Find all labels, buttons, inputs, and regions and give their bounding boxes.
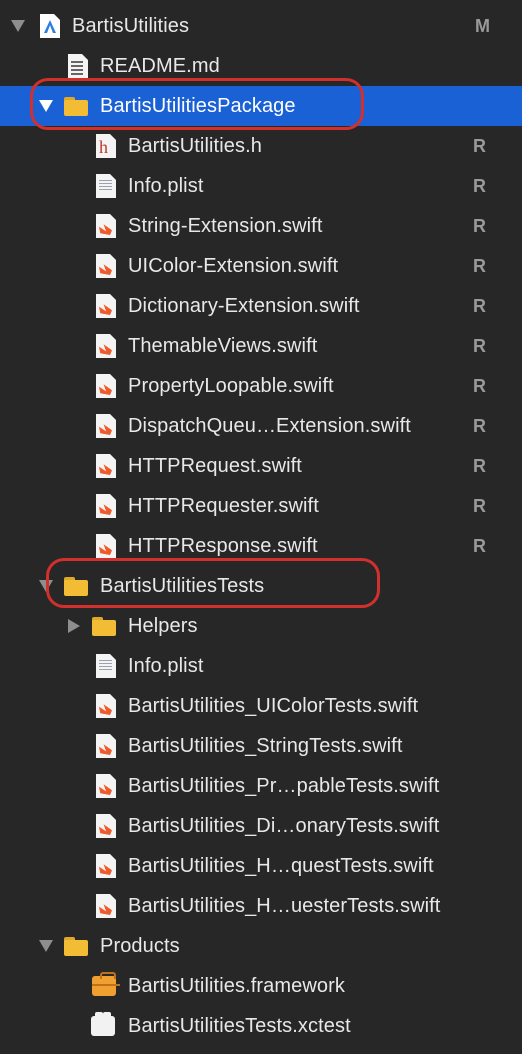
xcode-project-icon xyxy=(38,14,62,38)
disclosure-expanded-icon[interactable] xyxy=(37,926,55,966)
folder-icon xyxy=(64,574,88,598)
source-control-badge: R xyxy=(473,135,486,156)
file-name: BartisUtilities_Pr…pableTests.swift xyxy=(128,774,440,797)
swift-file-icon xyxy=(94,334,118,358)
tree-row-file[interactable]: ThemableViews.swift R xyxy=(0,326,522,366)
swift-file-icon xyxy=(94,214,118,238)
file-name: BartisUtilities.framework xyxy=(128,974,345,997)
disclosure-collapsed-icon[interactable] xyxy=(65,606,83,646)
tree-row-file[interactable]: DispatchQueu…Extension.swift R xyxy=(0,406,522,446)
group-name: BartisUtilitiesTests xyxy=(100,574,265,597)
tree-row-file[interactable]: BartisUtilities_StringTests.swift xyxy=(0,726,522,766)
file-name: HTTPRequest.swift xyxy=(128,454,302,477)
tree-row-project[interactable]: BartisUtilities M xyxy=(0,6,522,46)
source-control-badge: R xyxy=(473,495,486,516)
source-control-badge: R xyxy=(473,375,486,396)
swift-file-icon xyxy=(94,734,118,758)
tree-row-file[interactable]: HTTPRequest.swift R xyxy=(0,446,522,486)
file-name: Info.plist xyxy=(128,654,204,677)
tree-row-file[interactable]: Info.plist xyxy=(0,646,522,686)
file-name: BartisUtilities.h xyxy=(128,134,262,157)
swift-file-icon xyxy=(94,534,118,558)
tree-row-file[interactable]: UIColor-Extension.swift R xyxy=(0,246,522,286)
file-name: README.md xyxy=(100,54,220,77)
file-name: String-Extension.swift xyxy=(128,214,323,237)
source-control-badge: R xyxy=(473,215,486,236)
group-name: Products xyxy=(100,934,180,957)
file-name: BartisUtilities_H…questTests.swift xyxy=(128,854,434,877)
project-name: BartisUtilities xyxy=(72,14,190,37)
tree-row-file[interactable]: Info.plist R xyxy=(0,166,522,206)
file-name: PropertyLoopable.swift xyxy=(128,374,334,397)
disclosure-expanded-icon[interactable] xyxy=(37,566,55,606)
file-name: HTTPRequester.swift xyxy=(128,494,319,517)
swift-file-icon xyxy=(94,414,118,438)
file-name: Info.plist xyxy=(128,174,204,197)
group-name: Helpers xyxy=(128,614,198,637)
swift-file-icon xyxy=(94,694,118,718)
tree-row-file[interactable]: BartisUtilities_Di…onaryTests.swift xyxy=(0,806,522,846)
source-control-badge: M xyxy=(475,15,490,36)
source-control-badge: R xyxy=(473,295,486,316)
source-control-badge: R xyxy=(473,455,486,476)
swift-file-icon xyxy=(94,894,118,918)
xctest-bundle-icon xyxy=(91,1012,115,1038)
tree-row-file[interactable]: HTTPRequester.swift R xyxy=(0,486,522,526)
tree-row-group-helpers[interactable]: Helpers xyxy=(0,606,522,646)
plist-file-icon xyxy=(94,174,118,198)
tree-row-group-tests[interactable]: BartisUtilitiesTests xyxy=(0,566,522,606)
swift-file-icon xyxy=(94,374,118,398)
tree-row-file[interactable]: PropertyLoopable.swift R xyxy=(0,366,522,406)
file-name: DispatchQueu…Extension.swift xyxy=(128,414,411,437)
source-control-badge: R xyxy=(473,535,486,556)
swift-file-icon xyxy=(94,254,118,278)
source-control-badge: R xyxy=(473,175,486,196)
disclosure-expanded-icon[interactable] xyxy=(9,6,27,46)
tree-row-product[interactable]: BartisUtilitiesTests.xctest xyxy=(0,1006,522,1046)
tree-row-file[interactable]: Dictionary-Extension.swift R xyxy=(0,286,522,326)
tree-row-file[interactable]: BartisUtilities_Pr…pableTests.swift xyxy=(0,766,522,806)
tree-row-group-products[interactable]: Products xyxy=(0,926,522,966)
file-name: BartisUtilitiesTests.xctest xyxy=(128,1014,351,1037)
file-name: Dictionary-Extension.swift xyxy=(128,294,360,317)
plist-file-icon xyxy=(94,654,118,678)
swift-file-icon xyxy=(94,454,118,478)
tree-row-file[interactable]: BartisUtilities_H…uesterTests.swift xyxy=(0,886,522,926)
project-navigator: BartisUtilities M README.md BartisUtilit… xyxy=(0,0,522,1054)
source-control-badge: R xyxy=(473,335,486,356)
folder-icon xyxy=(64,94,88,118)
tree-row-file[interactable]: String-Extension.swift R xyxy=(0,206,522,246)
swift-file-icon xyxy=(94,854,118,878)
swift-file-icon xyxy=(94,774,118,798)
markdown-file-icon xyxy=(66,54,90,78)
file-name: UIColor-Extension.swift xyxy=(128,254,339,277)
folder-icon xyxy=(64,934,88,958)
group-name: BartisUtilitiesPackage xyxy=(100,94,296,117)
tree-row-file[interactable]: BartisUtilities_H…questTests.swift xyxy=(0,846,522,886)
source-control-badge: R xyxy=(473,255,486,276)
tree-row-readme[interactable]: README.md xyxy=(0,46,522,86)
folder-icon xyxy=(92,614,116,638)
swift-file-icon xyxy=(94,294,118,318)
header-file-icon: h xyxy=(94,134,118,158)
file-name: HTTPResponse.swift xyxy=(128,534,318,557)
file-name: BartisUtilities_H…uesterTests.swift xyxy=(128,894,441,917)
tree-row-product[interactable]: BartisUtilities.framework xyxy=(0,966,522,1006)
swift-file-icon xyxy=(94,494,118,518)
source-control-badge: R xyxy=(473,415,486,436)
swift-file-icon xyxy=(94,814,118,838)
file-name: BartisUtilities_UIColorTests.swift xyxy=(128,694,419,717)
tree-row-file[interactable]: h BartisUtilities.h R xyxy=(0,126,522,166)
file-name: BartisUtilities_Di…onaryTests.swift xyxy=(128,814,440,837)
disclosure-expanded-icon[interactable] xyxy=(37,86,55,126)
file-name: BartisUtilities_StringTests.swift xyxy=(128,734,403,757)
framework-icon xyxy=(92,972,120,998)
file-name: ThemableViews.swift xyxy=(128,334,318,357)
tree-row-group-package[interactable]: BartisUtilitiesPackage xyxy=(0,86,522,126)
tree-row-file[interactable]: BartisUtilities_UIColorTests.swift xyxy=(0,686,522,726)
tree-row-file[interactable]: HTTPResponse.swift R xyxy=(0,526,522,566)
